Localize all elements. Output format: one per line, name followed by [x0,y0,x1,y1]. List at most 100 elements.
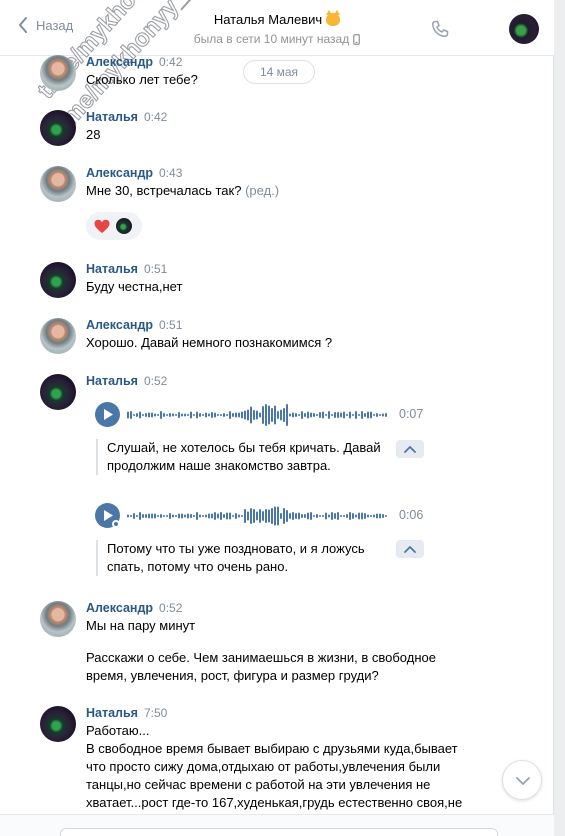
waveform-bar [181,413,183,417]
voice-transcript: Слушай, не хотелось бы тебя кричать. Дав… [96,439,396,475]
heart-icon[interactable] [94,219,110,234]
waveform-bar [202,414,204,416]
message-time[interactable]: 0:42 [144,110,167,124]
waveform-bar [187,414,189,416]
message-time[interactable]: 0:51 [144,262,167,276]
waveform-bar [157,515,159,517]
message-text-content: Мне 30, встречалась так? [86,183,242,198]
waveform-bar [346,414,348,416]
call-icon[interactable] [431,20,449,38]
play-button[interactable] [95,402,120,427]
message-author[interactable]: Александр 0:51 [86,318,182,332]
waveform[interactable] [127,504,389,528]
waveform-bar [169,513,171,519]
avatar[interactable] [40,601,76,637]
waveform-bar [214,512,216,520]
avatar[interactable] [40,110,76,146]
waveform-bar [193,515,195,517]
waveform-bar [208,413,210,417]
avatar[interactable] [40,262,76,298]
waveform-bar [130,411,132,419]
author-name[interactable]: Наталья [86,262,138,276]
message-input[interactable] [60,828,498,836]
author-name[interactable]: Наталья [86,110,138,124]
waveform-bar [364,513,366,519]
waveform-bar [313,413,315,417]
waveform-bar [142,414,144,416]
waveform-bar [286,510,288,522]
waveform-bar [340,412,342,418]
waveform-bar [358,512,360,520]
avatar[interactable] [40,318,76,354]
reactor-avatar[interactable] [116,218,132,234]
waveform-bar [145,514,147,518]
message-time[interactable]: 0:52 [144,374,167,388]
message-text: Расскажи о себе. Чем занимаешься в жизни… [86,650,436,665]
waveform-bar [127,411,129,419]
author-name[interactable]: Александр [86,601,153,615]
waveform-bar [154,413,156,417]
reactions-bar[interactable] [86,212,142,240]
waveform-bar [289,513,291,519]
author-name[interactable]: Александр [86,166,153,180]
online-status-text: была в сети 10 минут назад [193,32,350,46]
waveform-bar [136,413,138,417]
waveform-bar [238,514,240,518]
chevron-up-icon [404,446,416,453]
waveform-bar [217,414,219,416]
message-text: Мы на пару минут [86,618,196,633]
transcript-line: спать, потому что очень рано. [107,559,289,574]
waveform-bar [184,413,186,417]
waveform-bar [253,509,255,523]
author-name[interactable]: Александр [86,55,153,69]
date-divider[interactable]: 14 мая [243,60,315,84]
message-author[interactable]: Александр 0:43 [86,166,182,180]
waveform-bar [232,515,234,517]
avatar[interactable] [40,374,76,410]
message-time[interactable]: 0:51 [159,318,182,332]
message-text: Хорошо. Давай немного познакомимся ? [86,335,333,350]
waveform-bar [367,514,369,518]
waveform-bar [280,513,282,519]
waveform-bar [343,515,345,517]
waveform-bar [196,411,198,419]
waveform-bar [151,513,153,519]
waveform-bar [178,513,180,519]
message-text: Сколько лет тебе? [86,72,198,87]
author-name[interactable]: Наталья [86,706,138,720]
waveform[interactable] [127,403,389,427]
message-time[interactable]: 0:52 [159,601,182,615]
chat-title-block[interactable]: Наталья Малевич была в сети 10 минут наз… [0,10,554,46]
play-button[interactable] [95,503,120,528]
waveform-bar [268,405,270,425]
message-author[interactable]: Александр 0:42 [86,55,182,69]
collapse-transcript-button[interactable] [396,540,424,558]
waveform-bar [229,512,231,520]
scroll-to-bottom-button[interactable] [502,760,542,800]
waveform-bar [340,515,342,517]
online-status: была в сети 10 минут назад [193,32,361,46]
contact-avatar[interactable] [509,14,539,44]
avatar[interactable] [40,166,76,202]
cat-emoji-icon [326,10,341,26]
waveform-bar [274,506,276,526]
waveform-bar [358,414,360,416]
message-author[interactable]: Наталья 0:52 [86,374,167,388]
message-time[interactable]: 7:50 [144,706,167,720]
waveform-bar [196,512,198,520]
waveform-bar [190,514,192,518]
collapse-transcript-button[interactable] [396,440,424,458]
avatar[interactable] [40,55,76,91]
waveform-bar [133,414,135,416]
message-author[interactable]: Наталья 0:51 [86,262,167,276]
message-time[interactable]: 0:43 [159,166,182,180]
avatar[interactable] [40,706,76,742]
author-name[interactable]: Наталья [86,374,138,388]
message-author[interactable]: Наталья 0:42 [86,110,167,124]
message-author[interactable]: Александр 0:52 [86,601,182,615]
message-time[interactable]: 0:42 [159,55,182,69]
message-author[interactable]: Наталья 7:50 [86,706,167,720]
author-name[interactable]: Александр [86,318,153,332]
waveform-bar [325,512,327,520]
waveform-bar [256,511,258,521]
